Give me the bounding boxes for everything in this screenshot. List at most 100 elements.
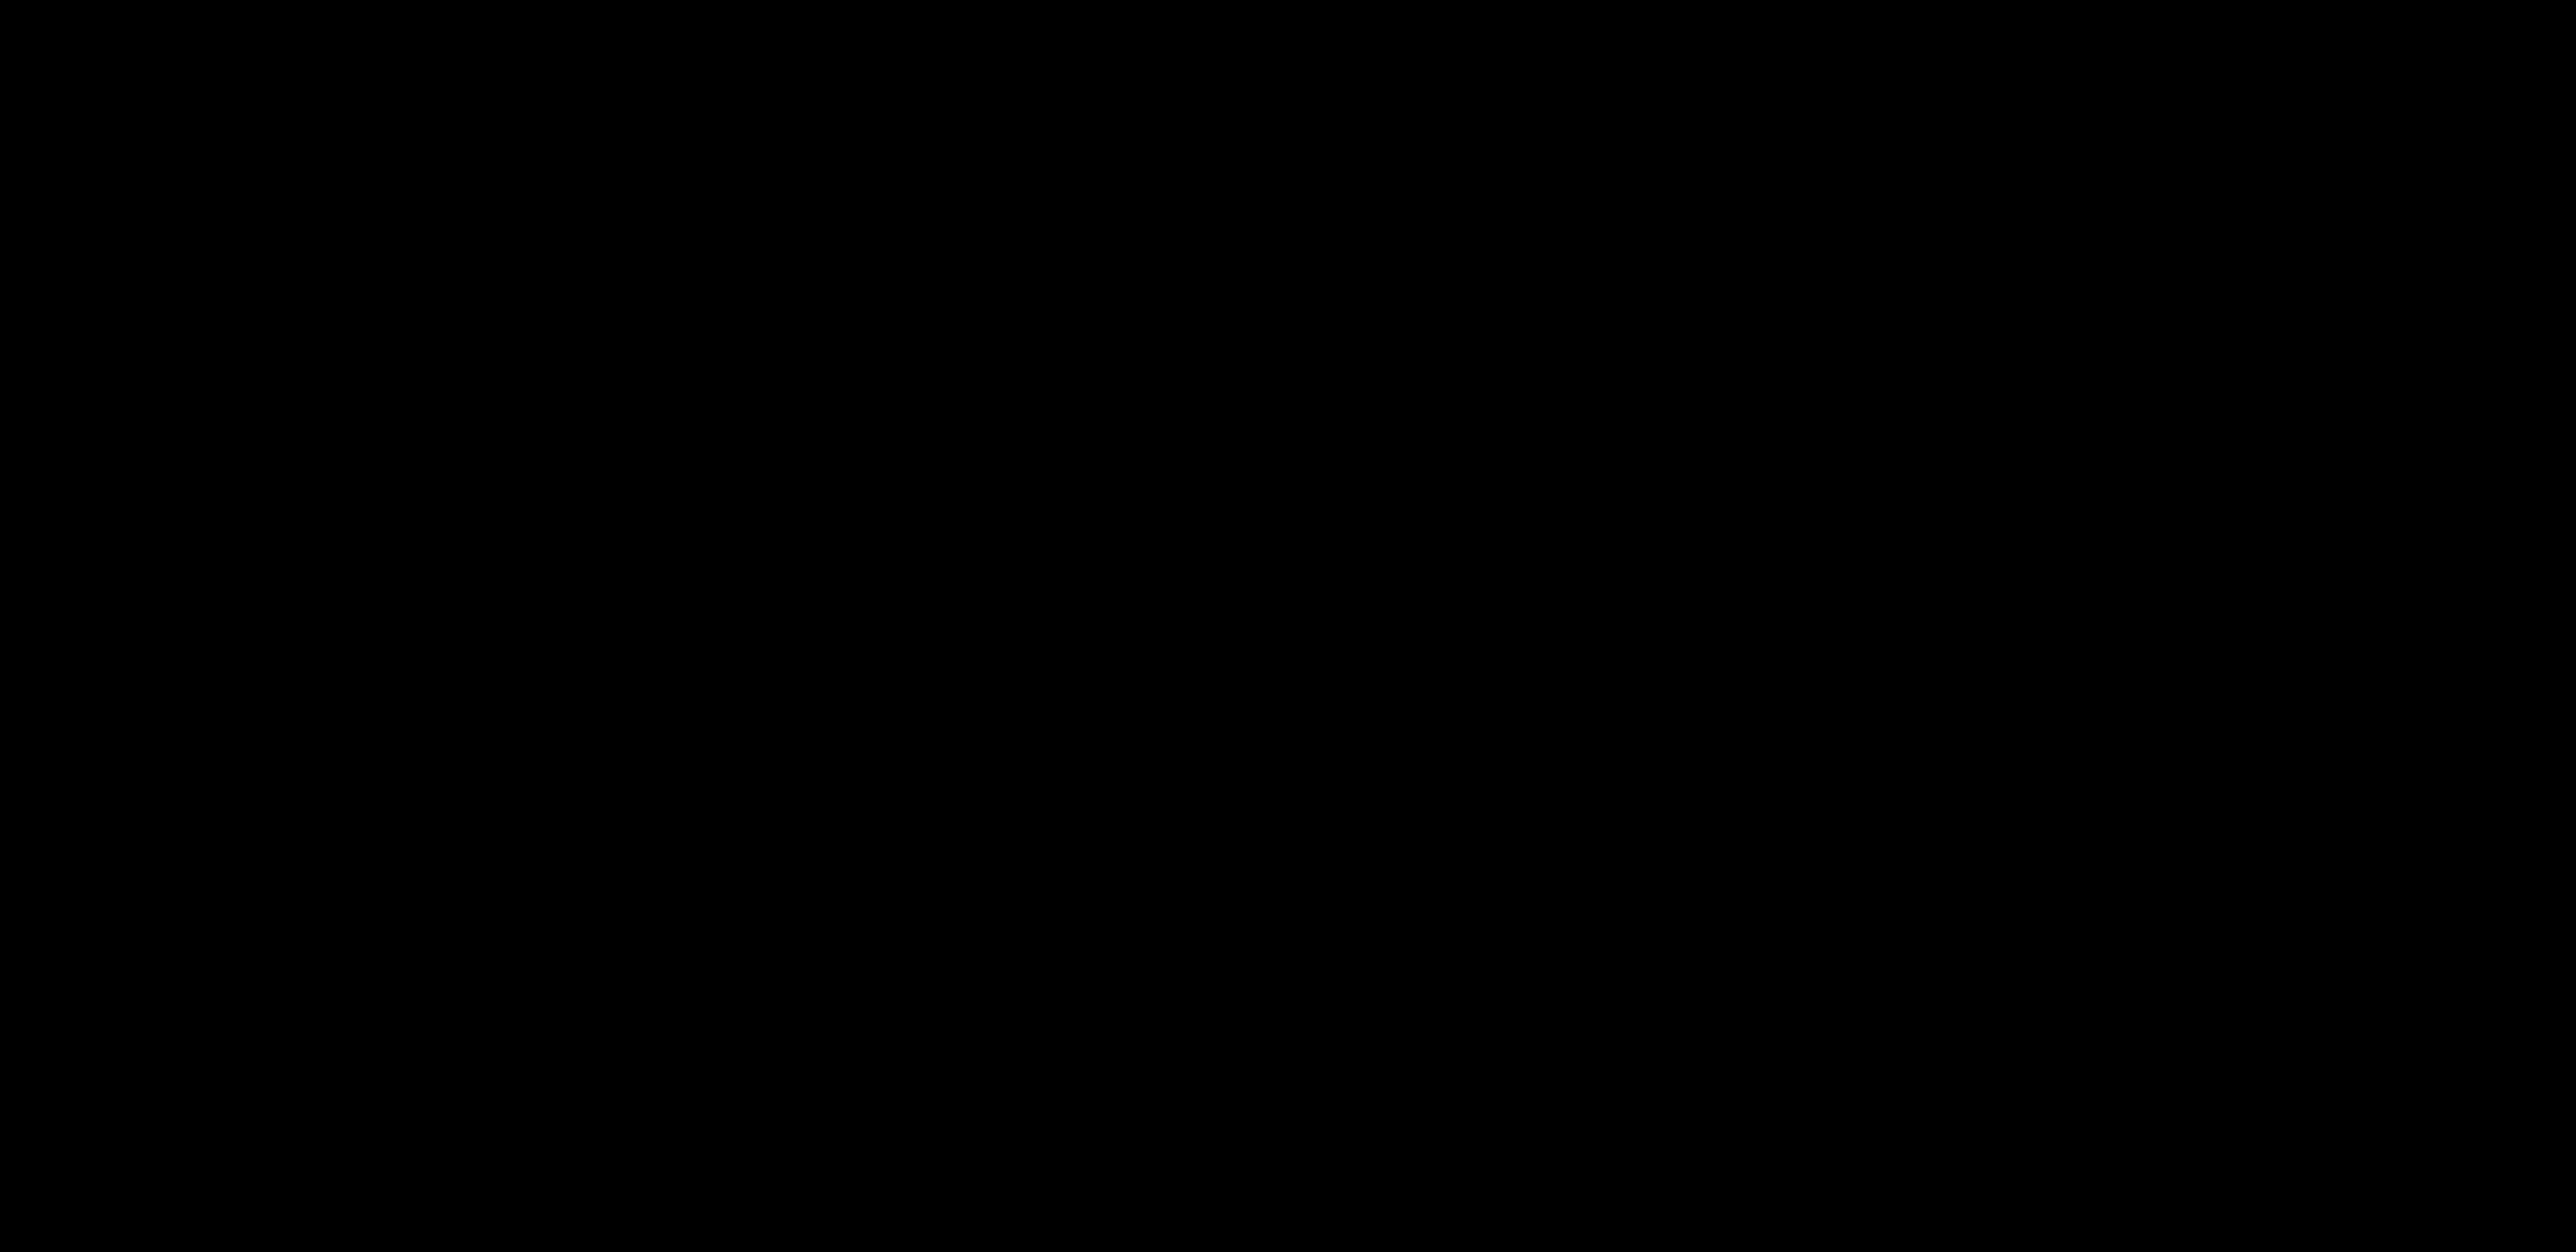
cell-line: [Rust] 00:00 24:00 — [2012, 467, 2192, 491]
cell-line: DIENST 08:30 16:30 — [969, 922, 1172, 946]
cell-line: 24:00 — [2273, 686, 2328, 710]
cell-line: [Vrijzondag] 00:00 — [2273, 829, 2450, 853]
cell-shift-vrijdag: DIENST 13:00 22:30 — [1746, 400, 2007, 464]
cell-org-eenheid: NHDBB00 — [476, 559, 610, 591]
cell-shift-zondag: [Rust] 00:00 24:00 [Vrijzondag] 00:00 24:0… — [2268, 464, 2527, 559]
cell-line: 08/04/2025 — [969, 56, 1114, 88]
cell-line: DIENST 07:00 16:30 — [1229, 626, 1433, 651]
cell-line: [Rust] 00:00 24:00 — [2012, 892, 2192, 917]
cell-shift-woensdag — [1225, 210, 1486, 305]
cell-line: BAG — [49, 144, 110, 176]
cell-shift-zaterdag: [Rust] 00:00 24:00 — [2007, 210, 2268, 305]
cell-line: [Vrijzondag] 00:00 — [2273, 922, 2450, 946]
cell-line: DIENST 07:00 16:30 — [969, 799, 1172, 823]
cell-shift-zondag: [Rust] 00:00 24:00 [Vrijzondag] 00:00 24:0… — [2268, 797, 2527, 890]
cell-org-eenheid: NHDB800 — [476, 624, 607, 655]
cell-shift-dinsdag: DIENST 03:00 12:00 — [964, 559, 1225, 624]
cell-line: [Rust] 00:00 24:00 — [2273, 892, 2453, 917]
cell-line: DIENST 09:00 18:30 — [1751, 307, 1955, 331]
cell-shift-maandag — [703, 719, 964, 797]
cell-shift-woensdag: DIENST 07:00 16:30 — [1225, 797, 1486, 890]
cell-line: DIENST 08:00 17:30 — [1490, 1083, 1694, 1108]
cell-line: DIENST 07:00 16:30 — [708, 562, 912, 586]
cell-line: 10/04/2025 — [1490, 56, 1635, 88]
cell-shift-dinsdag: [Rust] 00:00 07:00 DIENST 08:30 16:30 — [964, 890, 1225, 985]
cell-line: [Rust] 00:00 24:00 — [708, 212, 888, 236]
cell-line: Akkerman, — [49, 114, 187, 145]
cell-line: Alts, E — [49, 210, 132, 241]
cell-line: DIENST 07:00 16:30 — [969, 987, 1172, 1012]
column-header-naam: Naam — [44, 17, 255, 114]
cell-line: 24:00 — [2273, 271, 2328, 296]
cell-line: [Rust] 00:00 24:00 — [2012, 799, 2192, 823]
cell-naam: Avest, OF — [44, 400, 255, 464]
cell-line: [Rust] 00:00 24:00 — [2012, 116, 2192, 141]
cell-shift-zondag: [Rust] 00:00 24:00 [Vrijzondag] 00:00 24:0… — [2268, 985, 2527, 1081]
cell-line: DIENST 00:00 03:00 — [2273, 402, 2476, 426]
cell-shift-donderdag: DIENST 08:00 17:30 — [1486, 1081, 1746, 1176]
table-row: Bieman, CM 11550901 NHDBB00 DIENST 07:00 16… — [44, 797, 2527, 890]
cell-shift-zaterdag: [Rust] 00:00 24:00 — [2007, 114, 2268, 210]
cell-line: [Rust] 00:00 24:00 — [2273, 467, 2453, 491]
cell-line: DIENST 07:00 16:30 — [1490, 212, 1694, 236]
cell-dienstnummer: 11475401 — [259, 1081, 386, 1112]
cell-line: 24:00 — [2273, 1047, 2328, 1071]
cell-line: Burel, MP — [49, 1081, 176, 1112]
cell-dienstnummer: 11451801 — [259, 305, 386, 336]
cell-shift-woensdag: DIENST 08:00 17:30 — [1225, 1176, 1486, 1250]
table-row: Burel, MP 11475401 NHDBB00 DIENST 07:00 16:… — [44, 1081, 2527, 1176]
cell-line: Avest, OF — [49, 400, 177, 431]
cell-shift-zondag: [Rust] 00:00 24:00 [Vrijzondag] 00:00 24:0… — [2268, 890, 2527, 985]
cell-shift-dinsdag: DIENST 08:00 17:30 — [964, 1176, 1225, 1250]
cell-shift-dinsdag: DIENST 07:30 17:30 — [964, 464, 1225, 559]
cell-dienstnummer: 14649501 — [259, 985, 389, 1016]
cell-org-eenheid: NHDBB00 — [476, 890, 610, 921]
roster-sheet: Naam Dienst nummer Org. Eenheid Maandag 07… — [0, 0, 2576, 1252]
cell-line: DIENST 18:00 24:00 — [2012, 562, 2216, 586]
cell-line: den — [49, 750, 97, 781]
cell-naam: Beentjes, ST — [44, 464, 255, 559]
cell-line: [Rust] 00:00 24:00 — [2273, 1083, 2453, 1108]
cell-line: DIENST 07:00 16:30 — [708, 1178, 912, 1203]
cell-shift-maandag: [Rust] 00:00 06:00 — [703, 400, 964, 464]
cell-line: [Rust] 23:00 24:00 — [2273, 432, 2453, 456]
table-row: Akkerman, BAG 27082202 NHDBB00 DIENST 07:00 … — [44, 114, 2527, 210]
cell-shift-donderdag: DIENST 14:00 23:30 — [1486, 985, 1746, 1081]
cell-shift-woensdag: DIENST 08:00 17:30 — [1225, 464, 1486, 559]
cell-shift-woensdag: DIENST 07:30 17:00 — [1225, 890, 1486, 985]
cell-line: [Rust] 00:00 24:00 — [2273, 307, 2453, 331]
cell-naam: Alts, E — [44, 210, 255, 305]
cell-shift-maandag: DIENST 08:00 17:30 — [703, 985, 964, 1081]
cell-dienstnummer: 12302501 — [259, 464, 389, 496]
cell-line: Alphenaar, — [49, 305, 187, 336]
cell-shift-zaterdag: [Rust] 00:00 24:00 — [2007, 719, 2268, 797]
cell-naam: Brinkhof, W — [44, 985, 255, 1081]
cell-shift-donderdag: DIENST 03:00 16:30 — [1486, 559, 1746, 624]
cell-line: [Vrijzondag] 00:00 — [2273, 242, 2450, 266]
cell-line: DIENST 08:00 17:30 — [1751, 1083, 1955, 1108]
cell-org-eenheid: NHDBB00 — [476, 305, 610, 336]
cell-shift-woensdag: DIENST 07:00 16:30 — [1225, 624, 1486, 719]
cell-dienstnummer: 14088901 — [259, 719, 389, 750]
cell-line: DIENST 13:00 22:30 — [969, 116, 1172, 141]
cell-line: DIENST 07:00 16:30 — [1229, 799, 1433, 823]
cell-line: Dienst — [259, 19, 341, 51]
cell-line: DIENST 18:00 24:00 — [2012, 402, 2216, 426]
cell-shift-donderdag: DIENST 08:00 17:30 — [1486, 890, 1746, 985]
cell-shift-zondag: [Rust] 00:00 24:00 [Vrijzondag] 00:00 24:0… — [2268, 1081, 2527, 1176]
cell-dienstnummer: 11310101 — [259, 1176, 386, 1207]
cell-line: DIENST 07:30 17:30 — [969, 467, 1172, 491]
cell-line: [Rust] 00:00 06:00 — [708, 402, 888, 426]
cell-shift-maandag: [Rust] 00:00 24:00 — [703, 624, 964, 719]
cell-line: DIENST 13:00 22:30 — [1751, 1178, 1955, 1203]
cell-shift-zondag: DIENST 00:00 03:00 [Rust] 07:00 24:00 — [2268, 1176, 2527, 1250]
cell-line: [Rust] 00:00 24:00 — [2273, 116, 2453, 141]
cell-line: [Rust] 00:00 07:00 — [969, 892, 1149, 917]
cell-line: Zondag — [2273, 19, 2371, 51]
cell-shift-vrijdag: DIENST 08:00 17:30 — [1746, 1081, 2007, 1176]
cell-shift-woensdag: DIENST 07:00 16:30 — [1225, 559, 1486, 624]
cell-shift-donderdag: DIENST 14:00 23:30 — [1486, 1176, 1746, 1250]
cell-line: [Rust] 00:00 24:00 — [1751, 987, 1931, 1012]
cell-shift-dinsdag: [Rust] 00:00 07:00 DIENST 07:00 16:30 — [964, 210, 1225, 305]
cell-line: 24:00 — [2273, 952, 2328, 976]
